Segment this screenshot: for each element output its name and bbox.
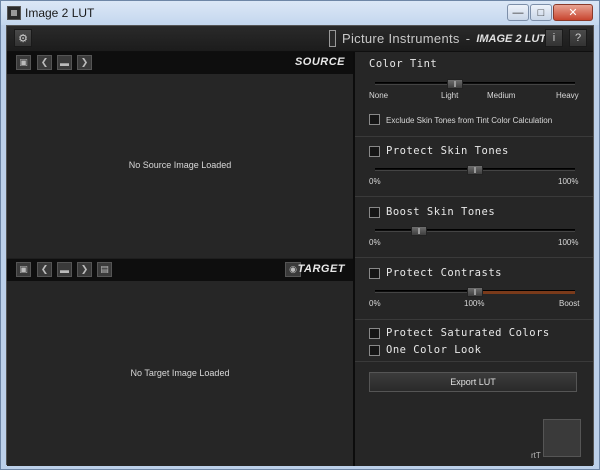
boost-skin-slider[interactable] [375, 226, 575, 236]
save-icon[interactable]: ▣ [16, 55, 31, 70]
contrast-mid: 100% [464, 299, 485, 308]
tint-tick-light: Light [441, 91, 459, 100]
app-window: Image 2 LUT — □ ✕ ⚙ Picture Instruments … [0, 0, 600, 470]
one-color-label: One Color Look [386, 344, 482, 356]
top-toolbar: ⚙ Picture Instruments - IMAGE 2 LUT i ? [7, 26, 593, 52]
logo-mark-icon [329, 30, 336, 47]
color-tint-title: Color Tint [369, 58, 438, 70]
prev-icon[interactable]: ❮ [37, 55, 52, 70]
target-image-area[interactable]: No Target Image Loaded [7, 281, 353, 466]
contrast-max: Boost [559, 299, 580, 308]
target-label: TARGET [297, 263, 345, 275]
source-image-area[interactable]: No Source Image Loaded [7, 74, 353, 258]
boost-skin-section: Boost Skin Tones 0% 100% [355, 197, 593, 258]
target-empty-message: No Target Image Loaded [130, 368, 230, 378]
protect-saturated-label: Protect Saturated Colors [386, 327, 550, 339]
help-button[interactable]: ? [569, 29, 587, 47]
tint-tick-heavy: Heavy [556, 91, 579, 100]
boost-skin-max: 100% [558, 238, 579, 247]
color-tint-slider[interactable] [375, 79, 575, 89]
boost-skin-label: Boost Skin Tones [386, 206, 496, 218]
info-button[interactable]: i [545, 29, 563, 47]
title-bar[interactable]: Image 2 LUT — □ ✕ [1, 1, 599, 25]
brand-logo: Picture Instruments - IMAGE 2 LUT [329, 30, 546, 47]
protect-skin-label: Protect Skin Tones [386, 145, 509, 157]
export-image-icon[interactable]: ▤ [97, 262, 112, 277]
protect-saturated-checkbox[interactable] [369, 328, 380, 339]
protect-skin-checkbox[interactable] [369, 146, 380, 157]
tint-tick-medium: Medium [487, 91, 516, 100]
brand-separator: - [465, 31, 471, 46]
export-lut-button[interactable]: Export LUT [369, 372, 577, 392]
next-icon[interactable]: ❯ [77, 55, 92, 70]
boost-skin-checkbox[interactable] [369, 207, 380, 218]
protect-contrasts-checkbox[interactable] [369, 268, 380, 279]
protect-contrasts-section: Protect Contrasts 0% 100% Boost [355, 258, 593, 320]
close-button[interactable]: ✕ [553, 4, 593, 21]
window-title: Image 2 LUT [25, 6, 95, 20]
corner-text: rtT [531, 451, 541, 460]
contrast-boost-fill [475, 291, 575, 294]
maximize-button[interactable]: □ [530, 4, 552, 21]
protect-skin-min: 0% [369, 177, 381, 186]
folder-icon[interactable]: ▬ [57, 55, 72, 70]
controls-panel: Color Tint None Light Medium Heavy Exclu… [355, 52, 593, 466]
protect-contrasts-label: Protect Contrasts [386, 267, 502, 279]
color-tint-section: Color Tint None Light Medium Heavy Exclu… [355, 52, 593, 137]
contrast-min: 0% [369, 299, 381, 308]
source-header: ▣ ❮ ▬ ❯ SOURCE [7, 52, 353, 74]
folder-icon[interactable]: ▬ [57, 262, 72, 277]
protect-skin-thumb[interactable] [467, 165, 483, 175]
protect-skin-max: 100% [558, 177, 579, 186]
save-icon[interactable]: ▣ [16, 262, 31, 277]
source-empty-message: No Source Image Loaded [128, 160, 232, 170]
next-icon[interactable]: ❯ [77, 262, 92, 277]
app-client: ⚙ Picture Instruments - IMAGE 2 LUT i ? … [6, 25, 594, 466]
color-tint-thumb[interactable] [447, 79, 463, 89]
saturation-options-section: Protect Saturated Colors One Color Look [355, 320, 593, 362]
exclude-skin-label: Exclude Skin Tones from Tint Color Calcu… [386, 116, 553, 125]
source-label: SOURCE [294, 56, 345, 68]
lut-preview-thumbnail [543, 419, 581, 457]
protect-contrasts-thumb[interactable] [467, 287, 483, 297]
protect-skin-section: Protect Skin Tones 0% 100% [355, 137, 593, 197]
settings-gear-icon[interactable]: ⚙ [14, 29, 32, 47]
app-icon [7, 6, 21, 20]
boost-skin-thumb[interactable] [411, 226, 427, 236]
protect-contrasts-slider[interactable] [375, 287, 575, 297]
one-color-checkbox[interactable] [369, 345, 380, 356]
brand-name: Picture Instruments [342, 31, 460, 46]
minimize-button[interactable]: — [507, 4, 529, 21]
product-name: IMAGE 2 LUT [476, 32, 546, 45]
boost-skin-min: 0% [369, 238, 381, 247]
tint-tick-none: None [369, 91, 389, 100]
prev-icon[interactable]: ❮ [37, 262, 52, 277]
protect-skin-slider[interactable] [375, 165, 575, 175]
target-header: ▣ ❮ ▬ ❯ ▤ ◉ TARGET [7, 259, 353, 281]
exclude-skin-checkbox[interactable] [369, 114, 380, 125]
